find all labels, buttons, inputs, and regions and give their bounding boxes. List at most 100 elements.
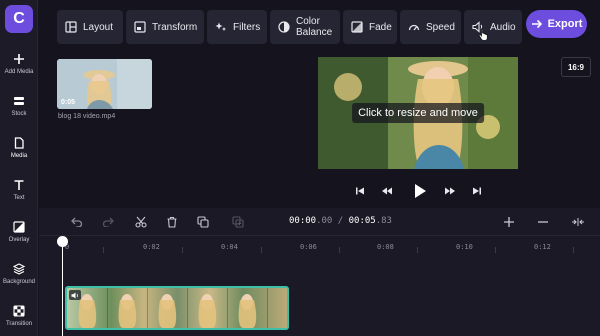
redo-icon bbox=[102, 217, 114, 227]
undo-button[interactable] bbox=[69, 214, 85, 230]
color-balance-button[interactable]: Color Balance bbox=[270, 10, 340, 44]
transform-label: Transform bbox=[152, 21, 198, 33]
transform-button[interactable]: Transform bbox=[126, 10, 204, 44]
plus-icon bbox=[12, 52, 26, 66]
fit-timeline-button[interactable] bbox=[570, 214, 586, 230]
fade-icon bbox=[351, 21, 363, 33]
skip-end-icon bbox=[472, 186, 482, 196]
color-balance-label-line1: Color bbox=[296, 16, 320, 27]
zoom-in-button[interactable] bbox=[501, 214, 517, 230]
layout-button[interactable]: Layout bbox=[57, 10, 123, 44]
skip-start-icon bbox=[355, 186, 365, 196]
timeline-video-clip[interactable] bbox=[65, 286, 289, 330]
export-button[interactable]: Export bbox=[526, 10, 587, 38]
aspect-ratio-button[interactable]: 16:9 bbox=[561, 57, 591, 77]
timeline-toolbar: 00:00.00 / 00:05.83 bbox=[39, 208, 600, 236]
ruler-label: 0:02 bbox=[143, 243, 160, 251]
stock-icon bbox=[12, 94, 26, 108]
sidebar-item-label: Transition bbox=[5, 321, 33, 327]
frame-divider bbox=[147, 288, 148, 328]
split-button[interactable] bbox=[133, 214, 149, 230]
duplicate-button[interactable] bbox=[195, 214, 211, 230]
speedometer-icon bbox=[408, 21, 420, 33]
sidebar-item-label: Overlay bbox=[8, 237, 30, 243]
layout-icon bbox=[65, 21, 77, 33]
timecode-separator: / bbox=[332, 216, 349, 226]
skip-to-start-button[interactable] bbox=[352, 182, 368, 200]
frame-divider bbox=[107, 288, 108, 328]
minus-icon bbox=[537, 216, 549, 228]
sidebar-item-add-media[interactable]: Add Media bbox=[0, 52, 38, 92]
ruler-tick bbox=[339, 247, 340, 253]
add-layer-icon bbox=[232, 216, 244, 228]
delete-button[interactable] bbox=[164, 214, 180, 230]
zoom-out-button[interactable] bbox=[535, 214, 551, 230]
rewind-button[interactable] bbox=[379, 182, 395, 200]
speed-button[interactable]: Speed bbox=[400, 10, 461, 44]
app-logo[interactable]: C bbox=[5, 5, 33, 33]
sidebar-item-overlay[interactable]: Overlay bbox=[0, 220, 38, 260]
sidebar-item-label: Media bbox=[10, 153, 28, 159]
filters-button[interactable]: Filters bbox=[207, 10, 267, 44]
fast-forward-icon bbox=[444, 186, 456, 196]
ruler-label: 0:10 bbox=[456, 243, 473, 251]
timeline-ruler[interactable]: 0 0:02 0:04 0:06 0:08 0:10 0:12 bbox=[39, 237, 600, 255]
collapse-arrows-icon bbox=[571, 217, 585, 227]
sidebar-item-text[interactable]: Text bbox=[0, 178, 38, 218]
audio-button[interactable]: Audio bbox=[464, 10, 522, 44]
rewind-icon bbox=[381, 186, 393, 196]
clip-filmstrip-image bbox=[78, 294, 257, 328]
sidebar-item-transition[interactable]: Transition bbox=[0, 304, 38, 336]
scissors-icon bbox=[135, 216, 147, 228]
duplicate-icon bbox=[197, 216, 209, 228]
sidebar-item-label: Background bbox=[2, 279, 36, 285]
media-clip-thumbnail[interactable]: 0:05 bbox=[57, 59, 152, 109]
ruler-label: 0:12 bbox=[534, 243, 551, 251]
frame-divider bbox=[187, 288, 188, 328]
trash-icon bbox=[166, 216, 178, 228]
clip-volume-icon[interactable] bbox=[69, 290, 81, 300]
ruler-tick bbox=[103, 247, 104, 253]
sidebar-item-media[interactable]: Media bbox=[0, 136, 38, 176]
ruler-label: 0:06 bbox=[300, 243, 317, 251]
media-clip-duration: 0:05 bbox=[61, 99, 76, 106]
current-time-fraction: .00 bbox=[316, 216, 333, 226]
sidebar-item-label: Add Media bbox=[4, 69, 34, 75]
export-label: Export bbox=[547, 18, 583, 30]
ruler-tick bbox=[417, 247, 418, 253]
media-clip-name: blog 18 video.mp4 bbox=[58, 113, 116, 120]
ruler-label: 0:08 bbox=[377, 243, 394, 251]
plus-icon bbox=[503, 216, 515, 228]
fast-forward-button[interactable] bbox=[442, 182, 458, 200]
overlay-icon bbox=[12, 220, 26, 234]
color-balance-label: Color Balance bbox=[296, 16, 332, 38]
video-preview[interactable]: Click to resize and move bbox=[318, 57, 518, 169]
ruler-tick bbox=[182, 247, 183, 253]
audio-label: Audio bbox=[490, 21, 516, 33]
add-to-timeline-button[interactable] bbox=[230, 214, 246, 230]
fade-label: Fade bbox=[369, 21, 392, 33]
transition-icon bbox=[12, 304, 26, 318]
total-time: 00:05 bbox=[348, 216, 376, 226]
sidebar-item-stock[interactable]: Stock bbox=[0, 94, 38, 134]
playhead-handle[interactable] bbox=[57, 236, 68, 247]
play-icon bbox=[413, 183, 427, 199]
color-balance-icon bbox=[278, 21, 290, 33]
ruler-tick bbox=[261, 247, 262, 253]
undo-icon bbox=[71, 217, 83, 227]
file-icon bbox=[12, 136, 26, 150]
sidebar-item-label: Text bbox=[13, 195, 25, 201]
sidebar-item-background[interactable]: Background bbox=[0, 262, 38, 302]
redo-button[interactable] bbox=[100, 214, 116, 230]
timecode-display: 00:00.00 / 00:05.83 bbox=[289, 216, 392, 226]
play-button[interactable] bbox=[410, 182, 430, 200]
skip-to-end-button[interactable] bbox=[469, 182, 485, 200]
layout-label: Layout bbox=[83, 21, 114, 33]
frame-divider bbox=[227, 288, 228, 328]
fade-button[interactable]: Fade bbox=[343, 10, 397, 44]
color-balance-label-line2: Balance bbox=[296, 27, 333, 38]
sidebar: C Add Media Stock Media Text Overlay Bac… bbox=[0, 0, 38, 336]
total-time-fraction: .83 bbox=[375, 216, 392, 226]
speed-label: Speed bbox=[426, 21, 455, 33]
layers-icon bbox=[12, 262, 26, 276]
